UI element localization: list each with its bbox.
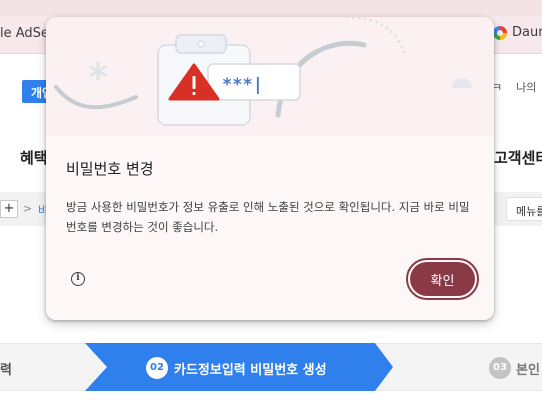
page-customer-center-heading[interactable]: 고객센터 (494, 147, 542, 168)
confirm-button[interactable]: 확인 (410, 262, 475, 296)
asterisk-decoration-icon (89, 61, 107, 81)
dialog-title: 비밀번호 변경 (66, 160, 154, 178)
password-mask-text: ***| (222, 75, 263, 95)
step-3-label: 본인 (516, 362, 540, 378)
expand-plus-button[interactable]: + (0, 200, 18, 218)
dialog-illustration-panel: ***| (46, 17, 494, 136)
right-dashed-curve (345, 17, 408, 58)
confirm-button-focus-ring: 확인 (406, 258, 479, 300)
screen: le AdSen Daum 개인 ㅋ 나의 혜택 고객센터 + > 비 메뉴를 … (0, 0, 542, 406)
step-3: 03 본인 (489, 357, 540, 379)
breadcrumb-separator: > (23, 202, 33, 215)
page-top-nav: ㅋ 나의 (492, 79, 536, 95)
semicircle-decoration (452, 78, 472, 88)
password-leak-illustration: ***| (54, 17, 472, 126)
menu-search-box[interactable]: 메뉴를 (506, 197, 542, 221)
step-3-number-badge: 03 (489, 357, 511, 379)
step-2-label: 카드정보입력 비밀번호 생성 (174, 362, 327, 378)
dialog-message: 방금 사용한 비밀번호가 정보 유출로 인해 노출된 것으로 확인됩니다. 지금… (66, 200, 470, 234)
browser-tab-strip (0, 0, 542, 16)
info-icon[interactable]: i (71, 272, 85, 286)
bookmark-daum-label: Daum (512, 25, 542, 40)
bookmark-daum[interactable]: Daum (493, 25, 542, 40)
daum-logo-icon (493, 25, 507, 40)
step-2-current: 02 카드정보입력 비밀번호 생성 (146, 357, 327, 379)
page-nav-item-mine[interactable]: 나의 (516, 79, 536, 95)
step-2-number-badge: 02 (146, 357, 168, 379)
left-swoosh-shape (54, 85, 138, 110)
page-benefits-heading[interactable]: 혜택 (20, 147, 48, 168)
step-1-label: 력 (0, 363, 12, 378)
password-change-dialog: ***| 비밀번호 변경 방금 사용한 비밀번호가 정보 유출로 인해 노출된 … (46, 17, 494, 320)
password-field-card: ***| (207, 63, 301, 101)
